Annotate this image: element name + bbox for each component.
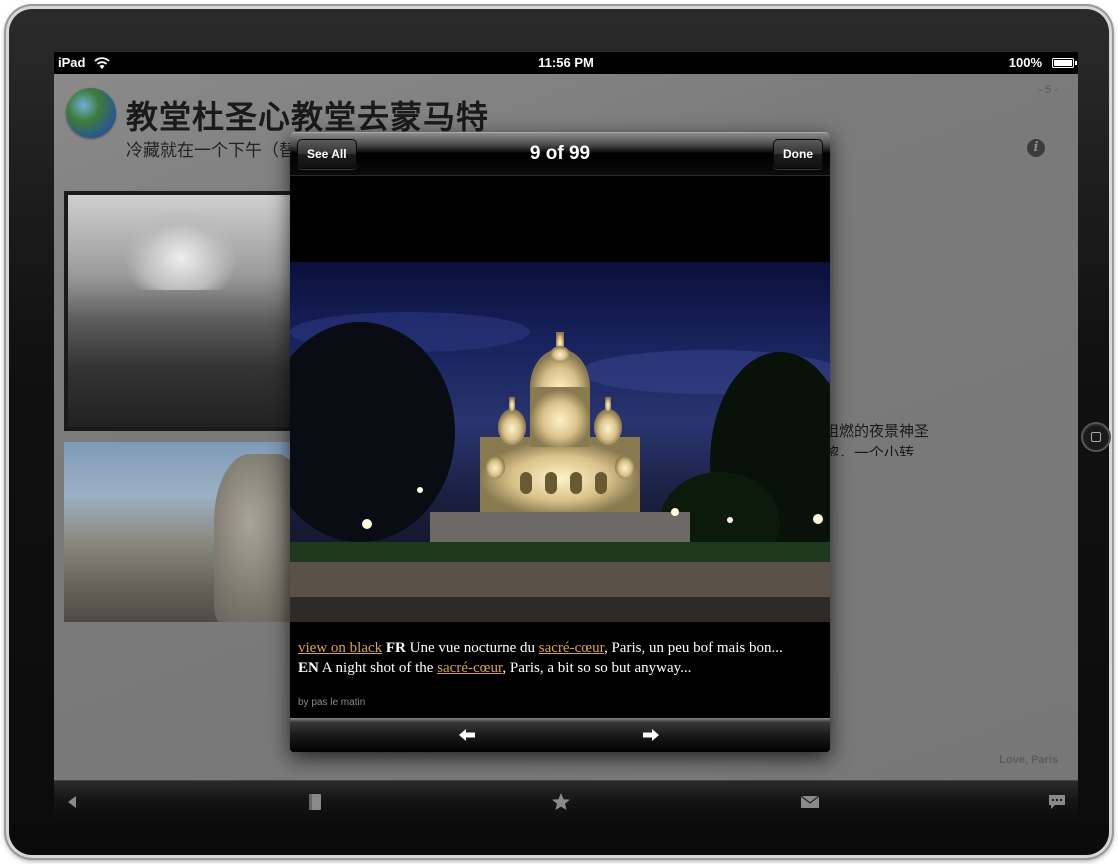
page-number: - 5 -	[1038, 84, 1058, 96]
battery-icon	[1052, 58, 1077, 68]
article-text-line2: 黎，一个小转	[824, 444, 915, 456]
photo-author: by pas le matin	[298, 697, 366, 708]
info-icon[interactable]: i	[1027, 139, 1045, 157]
fr-text-2: , Paris, un peu bof mais bon...	[603, 640, 783, 656]
gallery-bottom-bar	[290, 718, 830, 752]
globe-logo-icon	[66, 88, 116, 138]
photo-caption: view on black FR Une vue nocturne du sac…	[298, 638, 828, 678]
sacre-coeur-night-photo[interactable]	[290, 262, 830, 622]
gargoyle-paris-thumbnail[interactable]	[64, 442, 298, 622]
done-button[interactable]: Done	[773, 139, 823, 169]
en-text-2: , Paris, a bit so so but anyway...	[502, 660, 692, 676]
fr-sacre-coeur-link[interactable]: sacré-cœur	[539, 640, 604, 656]
mail-icon[interactable]	[799, 791, 821, 813]
fr-text-1: Une vue nocturne du	[405, 640, 539, 656]
home-button[interactable]	[1081, 422, 1111, 452]
home-square-icon	[1091, 432, 1101, 442]
right-arrow-icon[interactable]	[642, 727, 660, 743]
speech-bubble-icon[interactable]	[1046, 791, 1068, 813]
article-text-line1: 阻燃的夜景神圣	[824, 422, 930, 440]
en-text-1: A night shot of the	[318, 660, 438, 676]
left-arrow-icon[interactable]	[458, 727, 476, 743]
clock: 11:56 PM	[538, 55, 594, 70]
en-sacre-coeur-link[interactable]: sacré-cœur	[437, 660, 502, 676]
battery-percent: 100%	[1008, 55, 1042, 70]
page-subtitle: 冷藏就在一个下午（替	[126, 141, 296, 161]
photo-gallery-popup: See All 9 of 99 Done view on black FR Un…	[290, 132, 830, 752]
en-tag: EN	[298, 660, 319, 676]
article-text: 阻燃的夜景神圣 黎，一个小转	[824, 420, 964, 456]
bottom-toolbar	[54, 780, 1078, 822]
signature: Love, Paris	[999, 754, 1058, 766]
star-icon[interactable]	[550, 791, 572, 813]
status-bar: iPad 11:56 PM 100%	[54, 52, 1078, 74]
fr-tag: FR	[385, 640, 406, 656]
back-triangle-icon[interactable]	[62, 791, 84, 813]
gallery-counter: 9 of 99	[529, 143, 591, 164]
sacre-coeur-bw-thumbnail[interactable]	[64, 191, 298, 431]
book-icon[interactable]	[304, 791, 326, 813]
view-on-black-link[interactable]: view on black	[298, 640, 382, 656]
gallery-navbar: See All 9 of 99 Done	[290, 132, 830, 176]
